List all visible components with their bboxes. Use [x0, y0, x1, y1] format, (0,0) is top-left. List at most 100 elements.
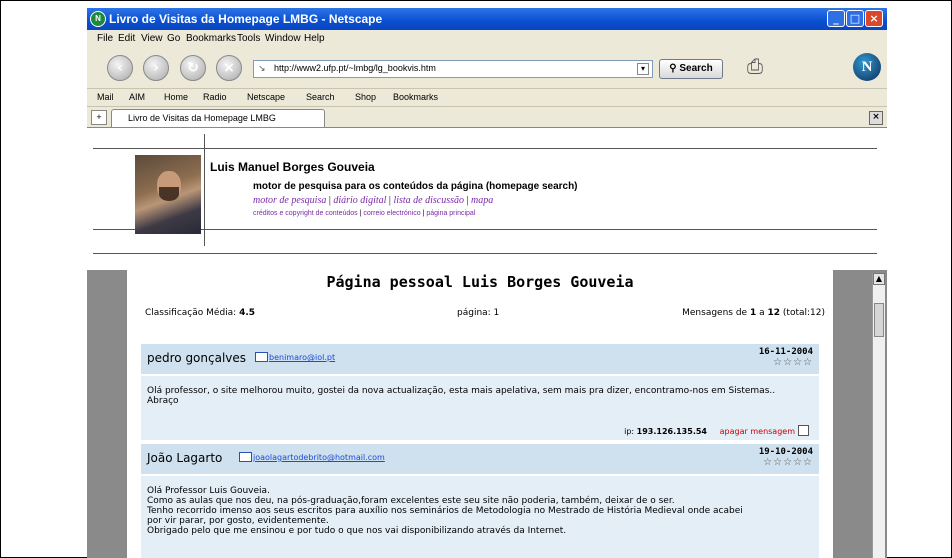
toolbar-netscape[interactable]: Netscape [247, 92, 285, 102]
toolbar-search[interactable]: Search [306, 92, 335, 102]
entry-date: 19-10-2004 [758, 447, 813, 457]
personal-toolbar: Mail AIM Home Radio Netscape Search Shop… [87, 88, 887, 107]
messages-total: (total:12) [782, 308, 825, 318]
author-name: Luis Manuel Borges Gouveia [210, 160, 375, 174]
header-divider [93, 148, 877, 149]
netscape-logo[interactable]: N [853, 53, 881, 81]
message-line: Obrigado pelo que me ensinou e por tudo … [147, 526, 567, 536]
tab-guestbook[interactable]: Livro de Visitas da Homepage LMBG [111, 109, 325, 127]
message-line: Como as aulas que nos deu, na pós-gradua… [147, 496, 675, 506]
url-field[interactable]: ↘ http://www2.ufp.pt/~lmbg/lg_bookvis.ht… [253, 60, 653, 78]
guestbook-title: Página pessoal Luis Borges Gouveia [326, 273, 634, 291]
message-line: Olá Professor Luis Gouveia. [147, 486, 270, 496]
entry-rating-stars: ☆☆☆☆ [773, 357, 813, 368]
menu-window[interactable]: Window [265, 33, 301, 44]
header-divider [93, 253, 877, 254]
menu-bar: File Edit View Go Bookmarks Tools Window… [87, 30, 887, 47]
close-tab-icon[interactable]: × [869, 111, 883, 125]
mail-icon [255, 352, 268, 362]
message-line: por vir parar, por gosto, evidentemente. [147, 516, 329, 526]
entry-rating-stars: ☆☆☆☆☆ [763, 457, 813, 468]
rating-summary: Classificação Média: 4.5 [145, 308, 255, 318]
menu-go[interactable]: Go [167, 33, 180, 44]
messages-to: 12 [767, 308, 781, 318]
messages-range: Mensagens de 1 a 12 (total:12) [682, 308, 825, 318]
delete-checkbox[interactable] [798, 425, 809, 436]
rating-value: 4.5 [239, 308, 256, 318]
link-lista-de-discussao[interactable]: lista de discussão [393, 195, 464, 206]
guestbook-area: Página pessoal Luis Borges Gouveia Class… [87, 270, 887, 558]
menu-view[interactable]: View [141, 33, 163, 44]
header-subtitle: motor de pesquisa para os conteúdos da p… [253, 181, 578, 192]
entry-email-link[interactable]: benimaro@iol.pt [269, 353, 335, 362]
link-pagina-principal[interactable]: página principal [426, 210, 475, 217]
toolbar-shop[interactable]: Shop [355, 92, 376, 102]
navigation-toolbar: ‹ › ↻ × ↘ http://www2.ufp.pt/~lmbg/lg_bo… [87, 48, 887, 86]
entry-ip: ip: 193.126.135.54 [624, 427, 707, 436]
vertical-scrollbar[interactable]: ▲ [872, 273, 885, 558]
message-line: Tenho recorrido imenso aos seus escritos… [147, 506, 743, 516]
rating-label: Classificação Média: [145, 308, 237, 318]
maximize-button[interactable]: □ [846, 10, 864, 27]
menu-file[interactable]: File [97, 33, 113, 44]
menu-edit[interactable]: Edit [118, 33, 135, 44]
page-content: Luis Manuel Borges Gouveia motor de pesq… [87, 127, 887, 558]
url-dropdown-icon[interactable]: ▾ [637, 63, 649, 75]
scroll-up-icon[interactable]: ▲ [873, 273, 885, 285]
browser-window: N Livro de Visitas da Homepage LMBG - Ne… [87, 8, 887, 558]
entry-header: pedro gonçalves benimaro@iol.pt 16-11-20… [141, 344, 819, 374]
mail-icon [239, 452, 252, 462]
stop-icon[interactable]: × [216, 55, 242, 81]
title-bar[interactable]: N Livro de Visitas da Homepage LMBG - Ne… [87, 8, 887, 30]
ip-value: 193.126.135.54 [636, 427, 707, 436]
search-button[interactable]: ⚲ Search [659, 59, 723, 79]
header-small-links: créditos e copyright de conteúdos | corr… [253, 210, 476, 217]
entry-body: Olá professor, o site melhorou muito, go… [141, 376, 819, 440]
toolbar-bookmarks[interactable]: Bookmarks [393, 92, 438, 102]
messages-mid: a [759, 308, 765, 318]
scroll-thumb[interactable] [874, 303, 884, 337]
search-button-label: Search [679, 63, 713, 74]
link-motor-de-pesquisa[interactable]: motor de pesquisa [253, 195, 326, 206]
tab-label: Livro de Visitas da Homepage LMBG [128, 113, 276, 123]
forward-icon[interactable]: › [143, 55, 169, 81]
url-text: http://www2.ufp.pt/~lmbg/lg_bookvis.htm [274, 63, 436, 73]
entry-author: João Lagarto [147, 451, 223, 465]
author-photo [135, 155, 201, 234]
entry-message: Olá Professor Luis Gouveia. Como as aula… [147, 486, 797, 536]
ip-label: ip: [624, 427, 635, 436]
back-icon[interactable]: ‹ [107, 55, 133, 81]
entry-date: 16-11-2004 [758, 347, 813, 357]
link-mapa[interactable]: mapa [471, 195, 493, 206]
header-links: motor de pesquisa | diário digital | lis… [253, 195, 494, 206]
reload-icon[interactable]: ↻ [180, 55, 206, 81]
link-correio[interactable]: correio electrónico [363, 210, 420, 217]
toolbar-aim[interactable]: AIM [129, 92, 145, 102]
toolbar-home[interactable]: Home [164, 92, 188, 102]
window-title: Livro de Visitas da Homepage LMBG - Nets… [109, 12, 383, 26]
guestbook-panel: Página pessoal Luis Borges Gouveia Class… [127, 270, 833, 558]
toolbar-radio[interactable]: Radio [203, 92, 227, 102]
netscape-app-icon: N [90, 11, 106, 27]
menu-bookmarks[interactable]: Bookmarks [186, 33, 236, 44]
entry-message: Olá professor, o site melhorou muito, go… [147, 386, 776, 406]
menu-tools[interactable]: Tools [237, 33, 260, 44]
print-icon[interactable]: ⎙ [747, 54, 763, 78]
link-diario-digital[interactable]: diário digital [333, 195, 386, 206]
tab-bar: + Livro de Visitas da Homepage LMBG × [87, 106, 887, 127]
messages-prefix: Mensagens de [682, 308, 748, 318]
link-creditos[interactable]: créditos e copyright de conteúdos [253, 210, 358, 217]
close-button[interactable]: × [865, 10, 883, 27]
delete-message-link[interactable]: apagar mensagem [720, 427, 795, 436]
toolbar-mail[interactable]: Mail [97, 92, 114, 102]
menu-help[interactable]: Help [304, 33, 325, 44]
page-indicator: página: 1 [457, 308, 500, 318]
entry-email-link[interactable]: joaolagartodebrito@hotmail.com [253, 453, 385, 462]
messages-from: 1 [749, 308, 757, 318]
page-icon: ↘ [258, 63, 266, 73]
search-icon: ⚲ [669, 63, 680, 74]
minimize-button[interactable]: _ [827, 10, 845, 27]
header-divider [93, 229, 877, 230]
entry-body: Olá Professor Luis Gouveia. Como as aula… [141, 476, 819, 558]
new-tab-icon[interactable]: + [91, 110, 107, 125]
